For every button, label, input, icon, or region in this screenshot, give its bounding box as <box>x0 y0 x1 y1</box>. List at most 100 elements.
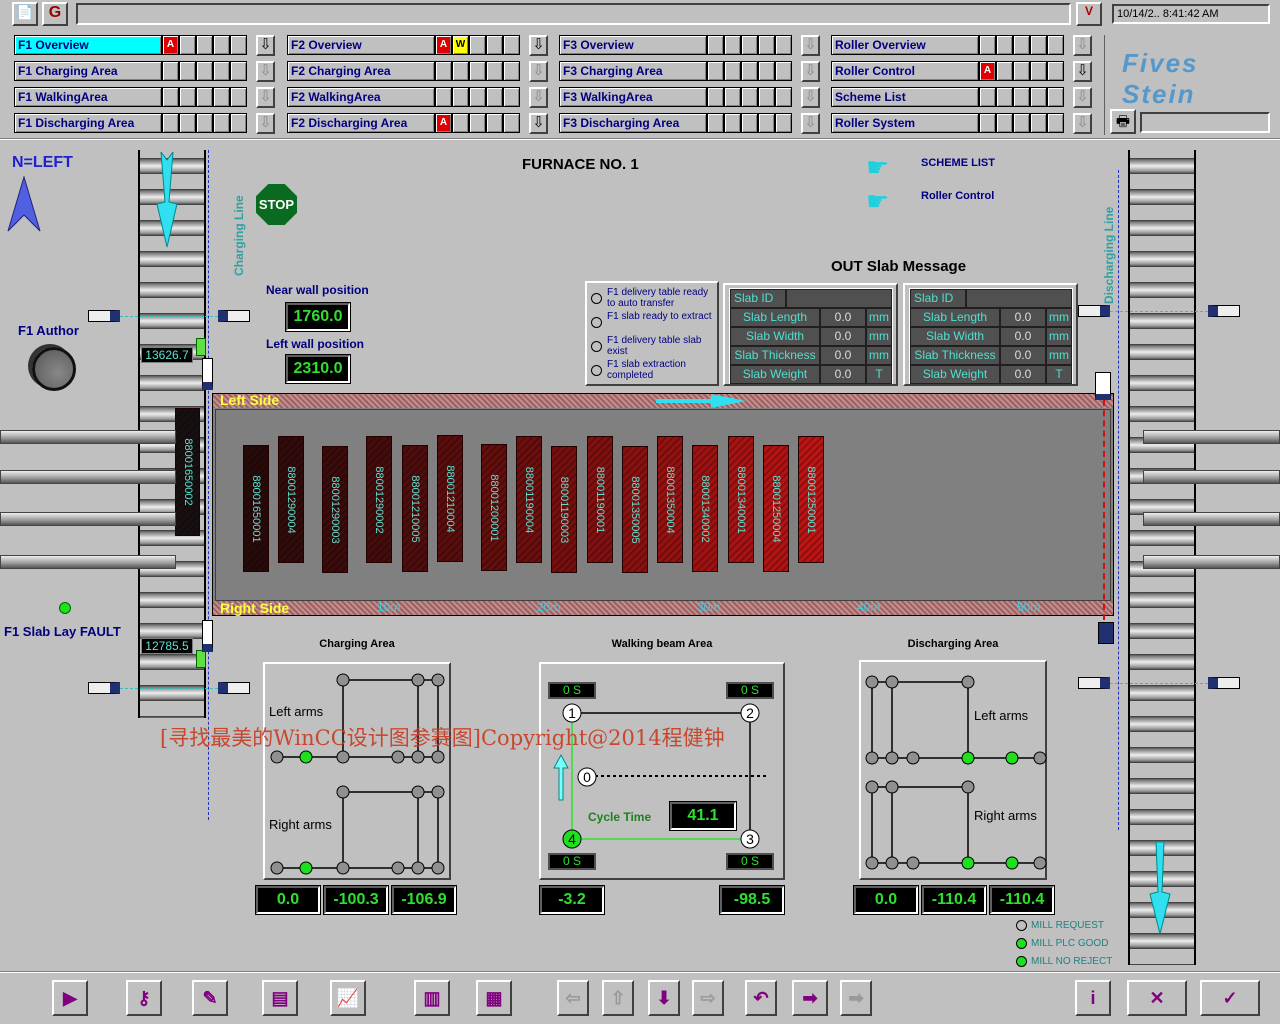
down-arrow-icon[interactable]: ⇩ <box>1073 61 1092 82</box>
alarm-flag-box <box>486 35 503 55</box>
slab[interactable]: 88001290002 <box>366 436 392 563</box>
config-p-button[interactable]: ▦ <box>476 980 512 1016</box>
down-arrow-icon[interactable]: ⇩ <box>801 61 820 82</box>
alarm-flag-box <box>469 35 486 55</box>
config-t-button[interactable]: ▥ <box>414 980 450 1016</box>
nav-button[interactable]: Roller System <box>831 113 979 133</box>
slab[interactable]: 88001340002 <box>692 445 718 572</box>
walking-timer: 0 S <box>726 682 774 699</box>
charging-readout: -100.3 <box>323 885 389 915</box>
down-arrow-icon[interactable]: ⇩ <box>256 61 275 82</box>
pointing-hand-icon[interactable]: ☛ <box>866 154 914 182</box>
down-arrow-icon[interactable]: ⇩ <box>1073 35 1092 56</box>
charging-position-readout-bottom: 12785.5 <box>141 638 193 654</box>
slab[interactable]: 88001190004 <box>516 436 542 563</box>
pointing-hand-icon[interactable]: ☛ <box>866 188 914 216</box>
nav-button[interactable]: F1 Charging Area <box>14 61 162 81</box>
slab[interactable]: 88001210004 <box>437 435 463 562</box>
nav-button[interactable]: F1 Discharging Area <box>14 113 162 133</box>
login-key-button[interactable]: ⚷ <box>126 980 162 1016</box>
alarm-flag-box <box>724 113 741 133</box>
alarm-flag-box <box>196 87 213 107</box>
slab[interactable]: 88001250004 <box>763 445 789 572</box>
nav-button[interactable]: F3 Charging Area <box>559 61 707 81</box>
new-document-icon[interactable]: 📄 <box>12 2 38 26</box>
printer-icon[interactable]: 🖶 <box>1110 109 1136 134</box>
alarm-flag-box <box>775 87 792 107</box>
slab[interactable]: 88001290004 <box>278 436 304 563</box>
left-arrow-button[interactable]: ⇦ <box>557 980 589 1016</box>
transfer-track <box>0 430 176 444</box>
nav-button[interactable]: Roller Overview <box>831 35 979 55</box>
mute-button[interactable]: ✕ <box>1127 980 1187 1016</box>
alarm-acknowledge-icon[interactable]: V <box>1076 2 1102 26</box>
nav-button[interactable]: F2 Overview <box>287 35 435 55</box>
slab[interactable]: 88001350005 <box>622 446 648 573</box>
pusher-head-icon <box>202 620 213 652</box>
stop-button[interactable]: STOP <box>256 184 297 225</box>
charging-slab[interactable]: 88001650002 <box>175 408 200 536</box>
nav-button[interactable]: F2 Discharging Area <box>287 113 435 133</box>
table-grid: Slab ID Slab Length 0.0 mm Slab Width 0.0 mm Sl… <box>909 288 1073 384</box>
down-arrow-icon[interactable]: ⇩ <box>801 35 820 56</box>
slab[interactable]: 88001350004 <box>657 436 683 563</box>
report-button[interactable]: ✎ <box>192 980 228 1016</box>
down-arrow-icon[interactable]: ⇩ <box>256 113 275 134</box>
header-separator <box>0 138 1280 140</box>
exit-button[interactable]: ✓ <box>1200 980 1260 1016</box>
down-arrow-icon[interactable]: ⇩ <box>1073 87 1092 108</box>
trend-button[interactable]: 📈 <box>330 980 366 1016</box>
print-field <box>1140 112 1270 133</box>
nav-button[interactable]: Roller Control <box>831 61 979 81</box>
down-arrow-icon[interactable]: ⇩ <box>529 61 548 82</box>
down-arrow-icon[interactable]: ⇩ <box>529 113 548 134</box>
nav-button[interactable]: F3 Discharging Area <box>559 113 707 133</box>
slab[interactable]: 88001290003 <box>322 446 348 573</box>
slab[interactable]: 88001340001 <box>728 436 754 563</box>
slab[interactable]: 88001250001 <box>798 436 824 563</box>
start-button[interactable]: ▶ <box>52 980 88 1016</box>
alarm-flag-box <box>1013 87 1030 107</box>
slab[interactable]: 88001190001 <box>587 436 613 563</box>
up-arrow-button[interactable]: ⇧ <box>602 980 634 1016</box>
alarm-flag-box <box>179 113 196 133</box>
alarm-flag-box <box>1013 61 1030 81</box>
scheme-list-link[interactable]: SCHEME LIST <box>921 157 995 169</box>
forward-disabled-button[interactable]: ➡ <box>840 980 872 1016</box>
nav-button[interactable]: F3 Overview <box>559 35 707 55</box>
slab-lay-fault-indicator <box>59 602 71 614</box>
down-arrow-button[interactable]: ⬇ <box>648 980 680 1016</box>
down-arrow-icon[interactable]: ⇩ <box>529 87 548 108</box>
nav-button[interactable]: F2 Charging Area <box>287 61 435 81</box>
mill-status-indicator <box>1016 938 1027 949</box>
right-arrow-button[interactable]: ⇨ <box>692 980 724 1016</box>
nav-button[interactable]: F1 WalkingArea <box>14 87 162 107</box>
row-value: 0.0 <box>820 346 866 365</box>
status-indicator <box>591 365 602 376</box>
down-arrow-icon[interactable]: ⇩ <box>801 113 820 134</box>
nav-button[interactable]: F1 Overview <box>14 35 162 55</box>
down-arrow-icon[interactable]: ⇩ <box>801 87 820 108</box>
roller-control-link[interactable]: Roller Control <box>921 190 994 202</box>
logout-icon[interactable]: G <box>42 2 68 26</box>
down-arrow-icon[interactable]: ⇩ <box>256 87 275 108</box>
sensor-beam <box>1110 683 1208 684</box>
nav-button[interactable]: Scheme List <box>831 87 979 107</box>
forward-step-button[interactable]: ➡ <box>792 980 828 1016</box>
left-wall-label: Left wall position <box>266 337 364 351</box>
info-button[interactable]: i <box>1075 980 1111 1016</box>
nav-button[interactable]: F3 WalkingArea <box>559 87 707 107</box>
slab[interactable]: 88001210005 <box>402 445 428 572</box>
print-report-button[interactable]: ▤ <box>262 980 298 1016</box>
datetime-display: 10/14/2.. 8:41:42 AM <box>1112 4 1270 24</box>
down-arrow-icon[interactable]: ⇩ <box>529 35 548 56</box>
down-arrow-icon[interactable]: ⇩ <box>1073 113 1092 134</box>
undo-button[interactable]: ↶ <box>745 980 777 1016</box>
author-button[interactable] <box>32 347 76 391</box>
alarm-flag-box <box>230 87 247 107</box>
slab[interactable]: 88001650001 <box>243 445 269 572</box>
nav-button[interactable]: F2 WalkingArea <box>287 87 435 107</box>
slab[interactable]: 88001190003 <box>551 446 577 573</box>
slab[interactable]: 88001200001 <box>481 444 507 571</box>
down-arrow-icon[interactable]: ⇩ <box>256 35 275 56</box>
